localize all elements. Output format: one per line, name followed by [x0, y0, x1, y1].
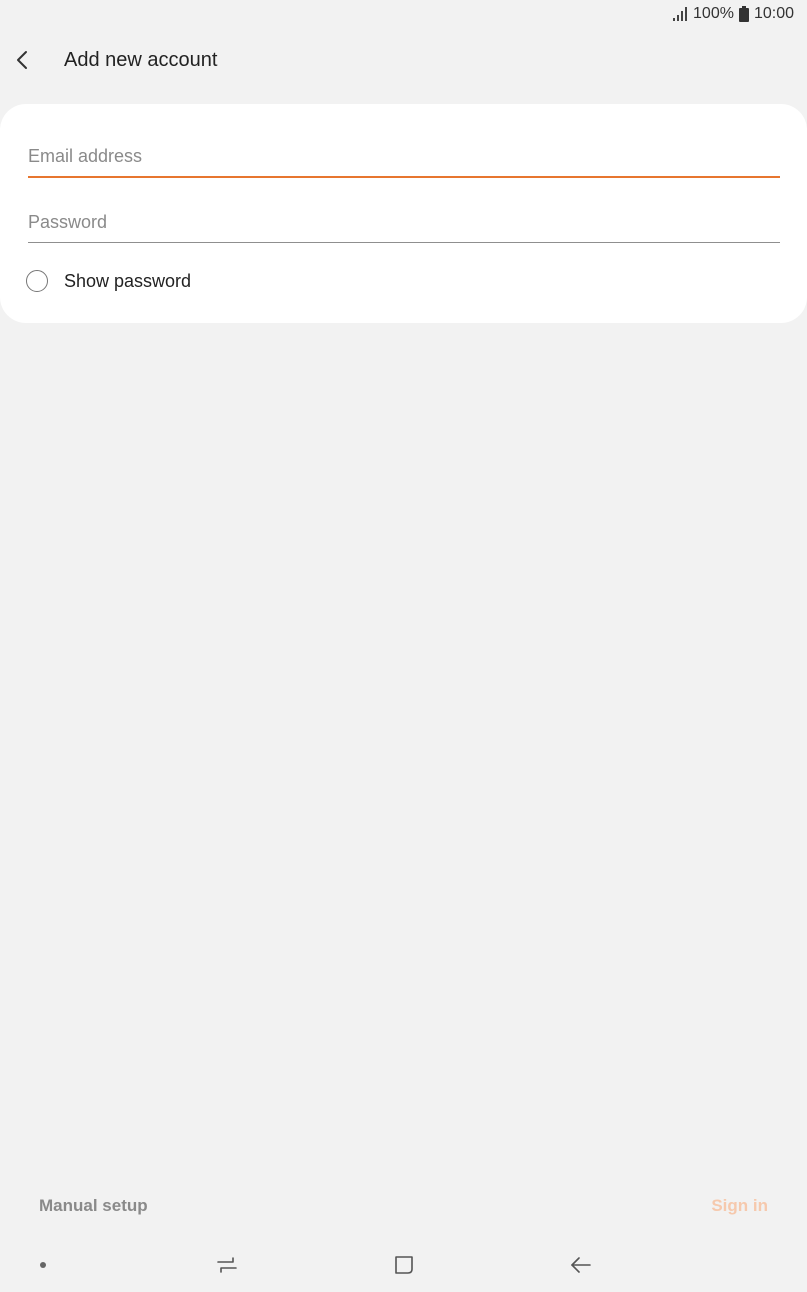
show-password-radio[interactable]	[26, 270, 48, 292]
dot-icon	[39, 1261, 47, 1269]
email-input[interactable]	[28, 136, 780, 178]
clock: 10:00	[753, 5, 794, 22]
back-button[interactable]	[14, 40, 64, 80]
signal-icon	[672, 7, 688, 21]
battery-percentage: 100%	[693, 5, 734, 22]
status-bar: 100% 10:00	[0, 0, 807, 28]
app-header: Add new account	[0, 40, 807, 80]
chevron-left-icon	[14, 50, 30, 70]
sign-in-button[interactable]: Sign in	[711, 1196, 768, 1216]
show-password-toggle[interactable]: Show password	[26, 266, 191, 296]
bottom-actions: Manual setup Sign in	[0, 1192, 807, 1222]
manual-setup-button[interactable]: Manual setup	[39, 1196, 148, 1216]
navigation-bar	[0, 1242, 807, 1288]
battery-icon	[738, 6, 749, 22]
back-arrow-icon	[569, 1255, 593, 1275]
system-back-button[interactable]	[561, 1250, 601, 1280]
home-icon	[393, 1254, 415, 1276]
home-button[interactable]	[384, 1250, 424, 1280]
recent-apps-button[interactable]	[207, 1250, 247, 1280]
account-form-card: Show password	[0, 104, 807, 323]
recent-apps-icon	[216, 1255, 238, 1275]
nav-dot-button[interactable]	[23, 1250, 63, 1280]
page-title: Add new account	[64, 48, 218, 71]
password-input[interactable]	[28, 202, 780, 243]
show-password-label: Show password	[64, 270, 192, 291]
